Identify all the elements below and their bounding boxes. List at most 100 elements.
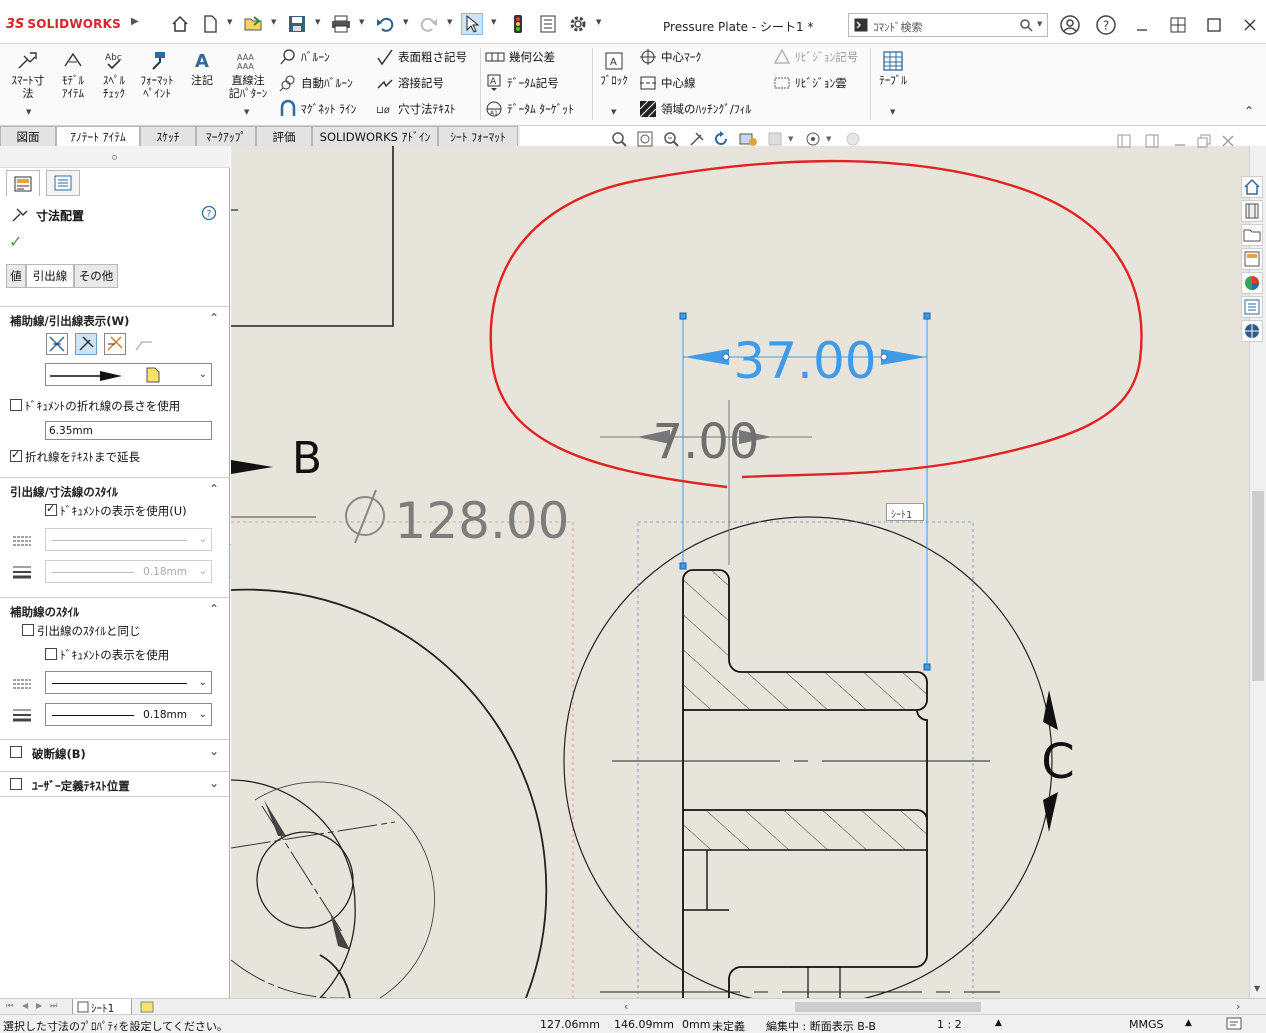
tab-leaders[interactable]: 引出線 [26,264,74,288]
doc-close-icon[interactable] [1220,133,1236,149]
tab-annotation[interactable]: ｱﾉﾃｰﾄ ｱｲﾃﾑ [56,126,140,146]
dim-diameter[interactable]: 128.00 [395,492,570,550]
chevron-up-icon[interactable]: ⌃ [209,482,219,496]
task-pane-appearances-tab[interactable] [1241,272,1263,294]
home-icon[interactable] [169,13,191,35]
open-icon[interactable] [243,13,265,35]
note-button[interactable]: A 注記 [186,50,218,87]
pan-icon[interactable] [688,130,706,148]
vertical-scroll-thumb[interactable] [1252,491,1264,681]
status-units[interactable]: MMGS [1129,1018,1164,1031]
rebuild-icon[interactable] [507,13,529,35]
first-sheet-icon[interactable]: ⏮ [6,1001,13,1011]
tab-sheet-format[interactable]: ｼｰﾄ ﾌｫｰﾏｯﾄ [438,126,518,146]
spell-check-button[interactable]: Abc ｽﾍﾟﾙ ﾁｪｯｸ [96,50,132,100]
rotate-view-icon[interactable] [712,130,730,148]
leader-use-doc-display-checkbox[interactable] [45,502,57,516]
bent-leader-icon[interactable] [134,336,154,352]
tables-dropdown-icon[interactable]: ▼ [890,108,895,116]
zoom-to-fit-icon[interactable] [610,130,628,148]
drawing-canvas[interactable]: B 128.00 C 7.00 37.00 ｼｰﾄ1 [231,146,1249,998]
section-label-b[interactable]: B [292,433,322,484]
surface-finish-button[interactable]: 表面粗さ記号 [376,48,467,66]
tab-addins[interactable]: SOLIDWORKS ｱﾄﾞｲﾝ [312,126,438,146]
horizontal-scroll-thumb[interactable] [795,1002,981,1012]
blocks-button[interactable]: A ﾌﾞﾛｯｸ [597,50,631,87]
search-dropdown-icon[interactable]: ▼ [1037,20,1042,28]
magnetic-line-button[interactable]: ﾏｸﾞﾈｯﾄ ﾗｲﾝ [279,100,356,118]
task-pane-resources-tab[interactable] [1241,200,1263,222]
maximize-icon[interactable] [1202,13,1226,37]
save-icon[interactable] [286,13,308,35]
smart-dimension-button[interactable]: ｽﾏｰﾄ寸 法 [5,50,51,100]
dim-secondary[interactable]: 7.00 [653,414,760,470]
next-sheet-icon[interactable]: ▶ [36,1001,42,1010]
witness-leader-section-header[interactable]: 補助線/引出線表示(W) ⌃ [0,306,229,330]
custom-text-position-checkbox[interactable] [10,778,22,790]
balloon-button[interactable]: ﾊﾞﾙｰﾝ [279,48,330,66]
view-settings-dropdown-icon[interactable]: ▼ [826,135,831,143]
tab-sketch[interactable]: ｽｹｯﾁ [140,126,196,146]
tab-markup[interactable]: ﾏｰｸｱｯﾌﾟ [196,126,256,146]
arrow-style-dropdown[interactable]: ⌄ [45,363,212,386]
task-pane-home-tab[interactable] [1241,176,1263,198]
new-dropdown-icon[interactable]: ▼ [227,18,232,26]
select-icon[interactable] [461,13,483,35]
redo-icon[interactable] [418,13,440,35]
extension-line-style-dropdown[interactable]: ⌄ [45,671,212,694]
scroll-left-icon[interactable]: ‹ [624,1000,628,1013]
hide-show-icon[interactable] [766,130,784,148]
sheet-tab[interactable]: ｼｰﾄ1 [72,999,132,1015]
linear-note-pattern-button[interactable]: AAA AAA 直線注 記ﾊﾟﾀｰﾝ [223,50,273,100]
menu-expand-icon[interactable]: ▶ [131,16,139,27]
redo-dropdown-icon[interactable]: ▼ [447,18,452,26]
view-settings-icon[interactable] [804,130,822,148]
panel-right-icon[interactable] [1144,133,1160,149]
notification-icon[interactable] [1226,1017,1242,1031]
zoom-to-area-icon[interactable] [636,130,654,148]
tile-windows-icon[interactable] [1166,13,1190,37]
geometric-tolerance-button[interactable]: 幾何公差 [485,48,555,66]
solidworks-logo[interactable]: 3S SOLIDWORKS [6,14,121,34]
undo-dropdown-icon[interactable]: ▼ [403,18,408,26]
blocks-dropdown-icon[interactable]: ▼ [611,108,616,116]
prev-sheet-icon[interactable]: ◀ [22,1001,28,1010]
task-pane-file-explorer-tab[interactable] [1241,224,1263,246]
detail-circle-c[interactable] [563,516,1053,998]
property-manager-tab[interactable] [6,170,40,196]
area-hatch-button[interactable]: 領域のﾊｯﾁﾝｸﾞ/ﾌｨﾙ [639,100,751,118]
centerline-button[interactable]: 中心線 [639,74,696,92]
print-dropdown-icon[interactable]: ▼ [359,18,364,26]
status-scale-up-icon[interactable]: ▲ [995,1018,1002,1028]
doc-restore-icon[interactable] [1196,133,1212,149]
arrows-inside-button[interactable] [75,333,97,355]
hide-show-dropdown-icon[interactable]: ▼ [788,135,793,143]
model-items-button[interactable]: ﾓﾃﾞﾙ ｱｲﾃﾑ [54,50,92,100]
task-pane-custom-properties-tab[interactable] [1241,296,1263,318]
tab-evaluate[interactable]: 評価 [256,126,312,146]
center-mark-button[interactable]: 中心ﾏｰｸ [639,48,701,66]
same-as-leader-checkbox[interactable] [22,624,34,636]
revision-cloud-button[interactable]: ﾘﾋﾞｼﾞｮﾝ雲 [773,74,847,92]
leader-line-style-dropdown[interactable]: ⌄ [45,528,212,551]
options-gear-icon[interactable] [567,13,589,35]
doc-minimize-icon[interactable] [1172,133,1188,149]
ok-check-icon[interactable]: ✓ [9,232,22,251]
close-icon[interactable] [1238,13,1262,37]
chevron-down-icon[interactable]: ⌄ [209,744,219,758]
tab-value[interactable]: 値 [6,264,26,288]
hole-callout-button[interactable]: ⊔ø 穴寸法ﾃｷｽﾄ [376,100,456,118]
panel-left-icon[interactable] [1116,133,1132,149]
task-pane-community-tab[interactable] [1241,320,1263,342]
chevron-up-icon[interactable]: ⌃ [209,311,219,325]
help-icon[interactable]: ? [1094,13,1118,37]
custom-text-section-header[interactable]: ﾕｰｻﾞｰ定義ﾃｷｽﾄ位置 ⌄ [0,771,229,795]
break-lines-section-header[interactable]: 破断線(B) ⌄ [0,739,229,763]
new-document-icon[interactable] [199,13,221,35]
undo-icon[interactable] [374,13,396,35]
datum-target-button[interactable]: A1 ﾃﾞｰﾀﾑ ﾀｰｹﾞｯﾄ [485,100,574,118]
scene-icon[interactable] [844,130,862,148]
dim-selected[interactable]: 37.00 [733,332,876,390]
arrows-outside-button[interactable] [46,333,68,355]
add-sheet-icon[interactable] [140,1000,156,1014]
